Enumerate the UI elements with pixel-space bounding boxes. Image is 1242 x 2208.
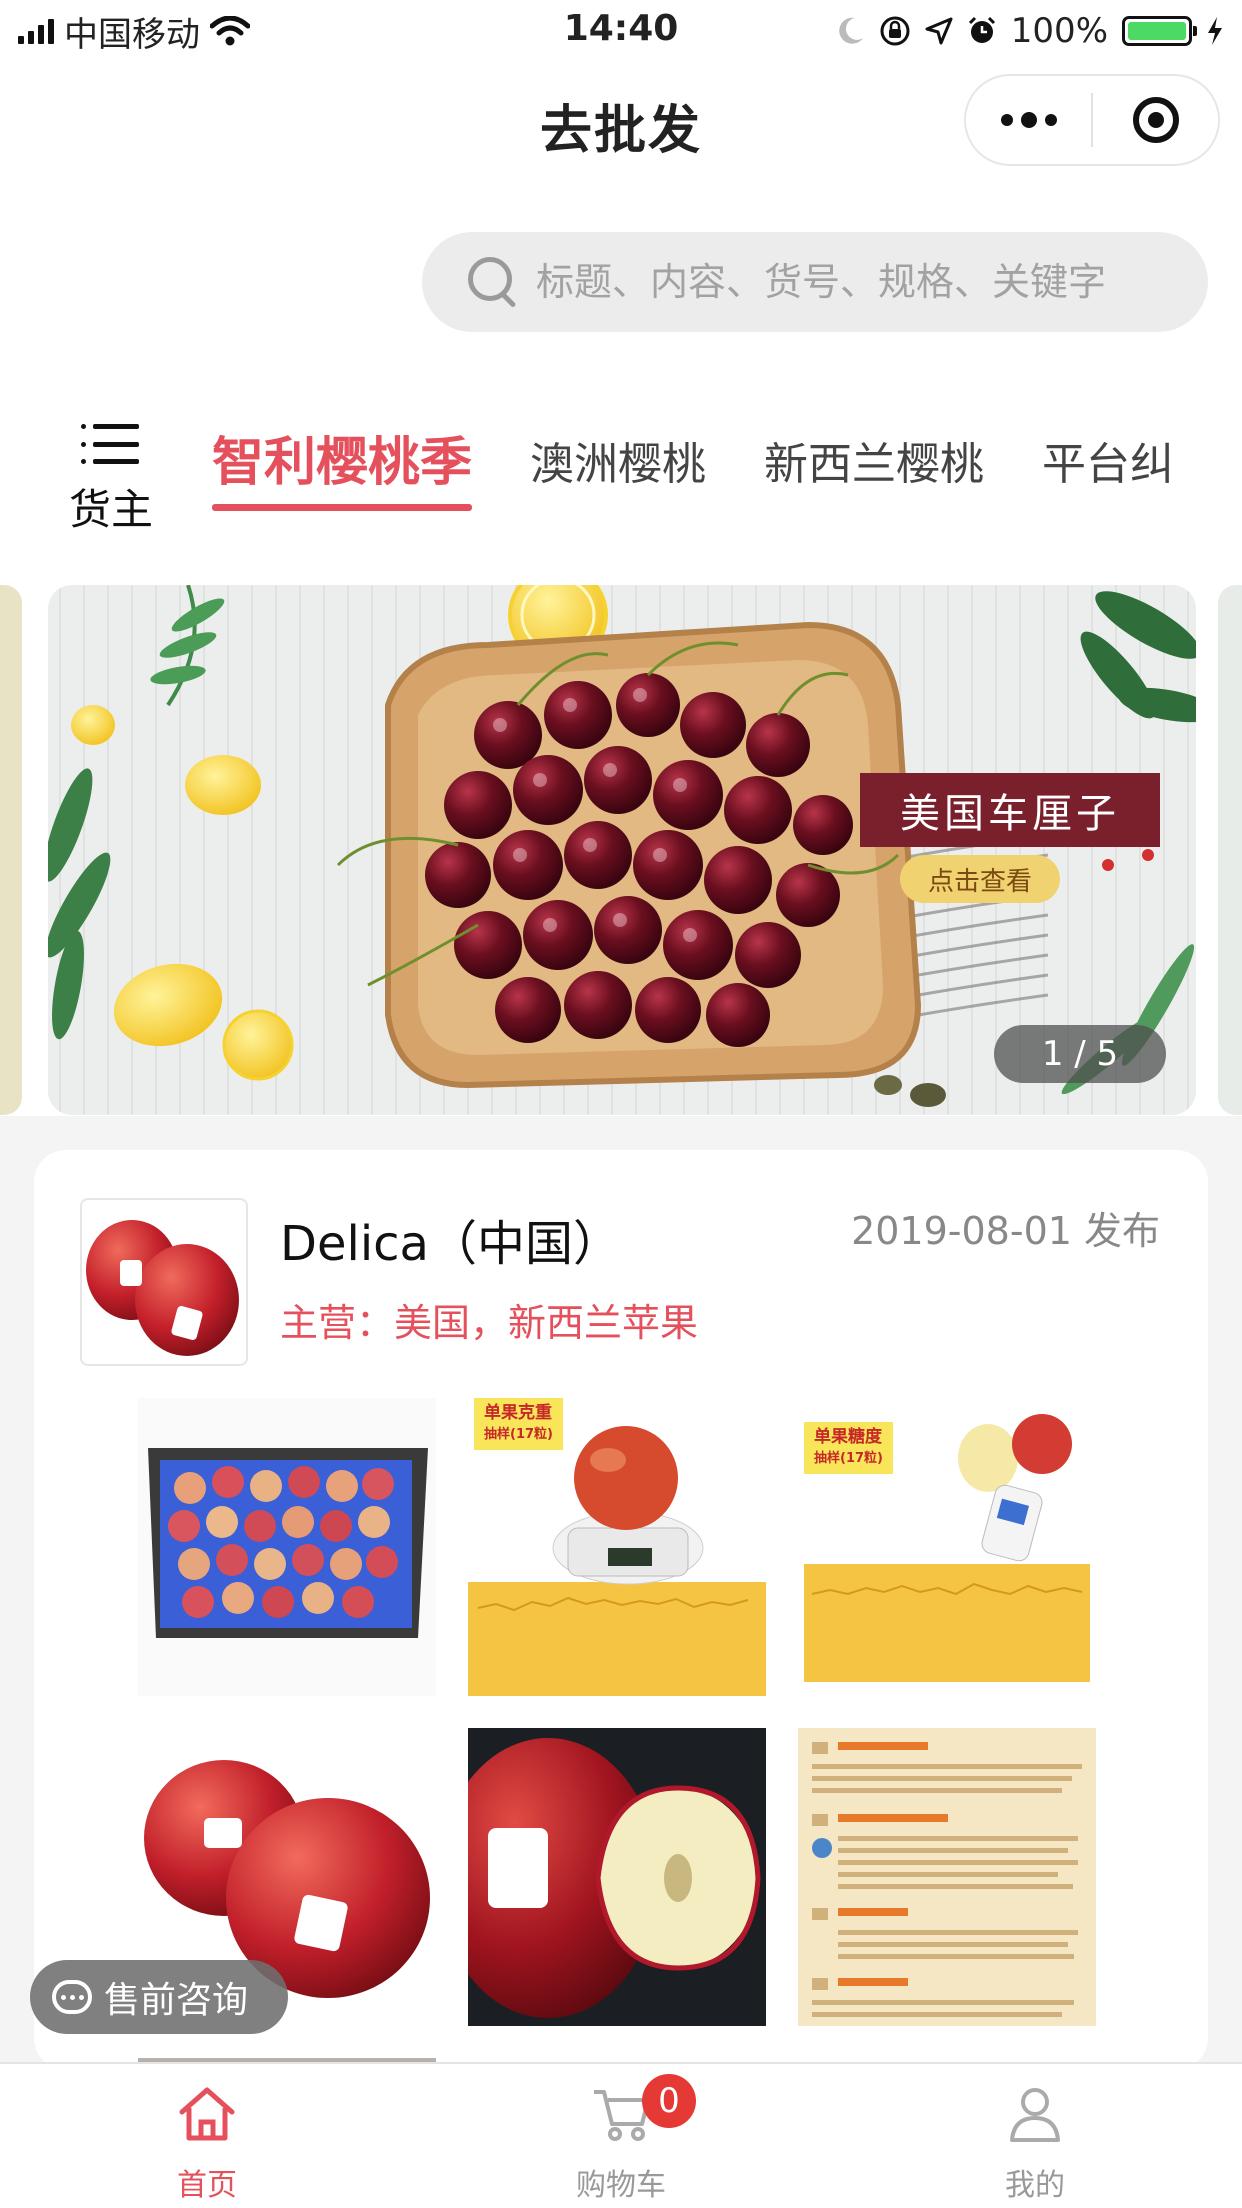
search-icon: [466, 255, 520, 309]
user-icon: [1010, 2088, 1060, 2142]
banner-next-peek[interactable]: [1218, 585, 1242, 1115]
weight-chart-title: 单果克重: [484, 1403, 552, 1423]
tab-platform[interactable]: 平台纠: [1042, 428, 1174, 511]
bottom-tab-bar: 首页 购物车 我的 0: [0, 2062, 1242, 2208]
sugar-chart-label: 单果糖度抽样(17粒): [804, 1422, 893, 1474]
search-bar[interactable]: [422, 232, 1208, 332]
shipper-label: 货主: [68, 485, 153, 534]
more-button[interactable]: [966, 76, 1091, 164]
tab-mine[interactable]: 我的: [828, 2064, 1242, 2208]
slide-indicator: 1 / 5: [994, 1025, 1166, 1083]
menu-icon: [81, 424, 139, 464]
category-tabs: 智利樱桃季 澳洲樱桃 新西兰樱桃 平台纠: [212, 428, 1242, 511]
miniprogram-capsule: [964, 74, 1220, 166]
apple-thumbnail: [86, 1220, 239, 1356]
status-bar: 中国移动 14:40 100%: [0, 0, 1242, 62]
apple-box-photo: [138, 1398, 436, 1696]
sugar-chart-title: 单果糖度: [814, 1427, 882, 1447]
banner-prev-peek[interactable]: [0, 585, 22, 1115]
close-miniprogram-button[interactable]: [1093, 76, 1218, 164]
gallery-image-info-sheet[interactable]: [798, 1728, 1096, 2026]
status-right: 100%: [837, 10, 1224, 52]
main-business: 主营：美国，新西兰苹果: [280, 1301, 699, 1345]
tab-home-label: 首页: [177, 2168, 237, 2203]
home-icon: [179, 2087, 235, 2141]
cart-count-badge: 0: [642, 2074, 696, 2128]
weight-chart-sub: 抽样(17粒): [484, 1427, 553, 1442]
moon-icon: [839, 17, 863, 44]
shipper-menu-button[interactable]: 货主: [56, 424, 166, 537]
weight-chart-label: 单果克重抽样(17粒): [474, 1398, 563, 1450]
banner-carousel: 美国车厘子 点击查看 1 / 5: [0, 550, 1242, 1116]
tab-chile-cherry[interactable]: 智利樱桃季: [212, 428, 473, 511]
battery-icon: [1122, 16, 1197, 46]
tab-mine-label: 我的: [1005, 2168, 1065, 2203]
sugar-chart-sub: 抽样(17粒): [814, 1451, 883, 1466]
gallery-image-box[interactable]: [138, 1398, 436, 1696]
banner-cta-button[interactable]: 点击查看: [900, 855, 1060, 903]
banner-slide[interactable]: 美国车厘子 点击查看 1 / 5: [48, 585, 1196, 1115]
nav-bar: 去批发: [0, 62, 1242, 190]
store-avatar[interactable]: [80, 1198, 248, 1366]
battery-percent: 100%: [1010, 11, 1108, 51]
chat-icon: [52, 1980, 92, 2014]
info-sheet-image: [798, 1728, 1096, 2026]
location-icon: [925, 17, 953, 45]
tab-australia-cherry[interactable]: 澳洲樱桃: [530, 428, 706, 511]
tab-cart[interactable]: 购物车: [414, 2064, 828, 2208]
search-input[interactable]: [534, 259, 1178, 305]
tab-newzealand-cherry[interactable]: 新西兰樱桃: [764, 428, 984, 511]
store-name[interactable]: Delica（中国）: [280, 1204, 621, 1274]
tab-cart-label: 购物车: [576, 2168, 666, 2203]
alarm-icon: [968, 16, 995, 43]
gallery-image-sliced-apple[interactable]: [468, 1728, 766, 2026]
sliced-apple-photo: [468, 1728, 766, 2026]
publish-date: 2019-08-01 发布: [851, 1209, 1160, 1253]
gallery-image-weight-chart[interactable]: 单果克重抽样(17粒): [468, 1398, 766, 1696]
presale-consult-button[interactable]: 售前咨询: [30, 1960, 288, 2034]
target-icon: [1132, 97, 1179, 143]
gallery-image-sugar-chart[interactable]: 单果糖度抽样(17粒): [798, 1398, 1096, 1696]
banner-headline: 美国车厘子: [860, 773, 1160, 847]
category-bar: 货主 智利樱桃季 澳洲樱桃 新西兰樱桃 平台纠: [0, 400, 1242, 550]
presale-consult-label: 售前咨询: [104, 1980, 249, 2021]
battery-level: [1128, 22, 1186, 40]
store-card[interactable]: Delica（中国） 2019-08-01 发布 主营：美国，新西兰苹果 单果克…: [34, 1150, 1208, 2070]
more-icon: [1000, 112, 1057, 128]
charging-icon: [1208, 17, 1222, 45]
rotation-lock-icon: [880, 16, 910, 46]
tab-home[interactable]: 首页: [0, 2064, 414, 2208]
